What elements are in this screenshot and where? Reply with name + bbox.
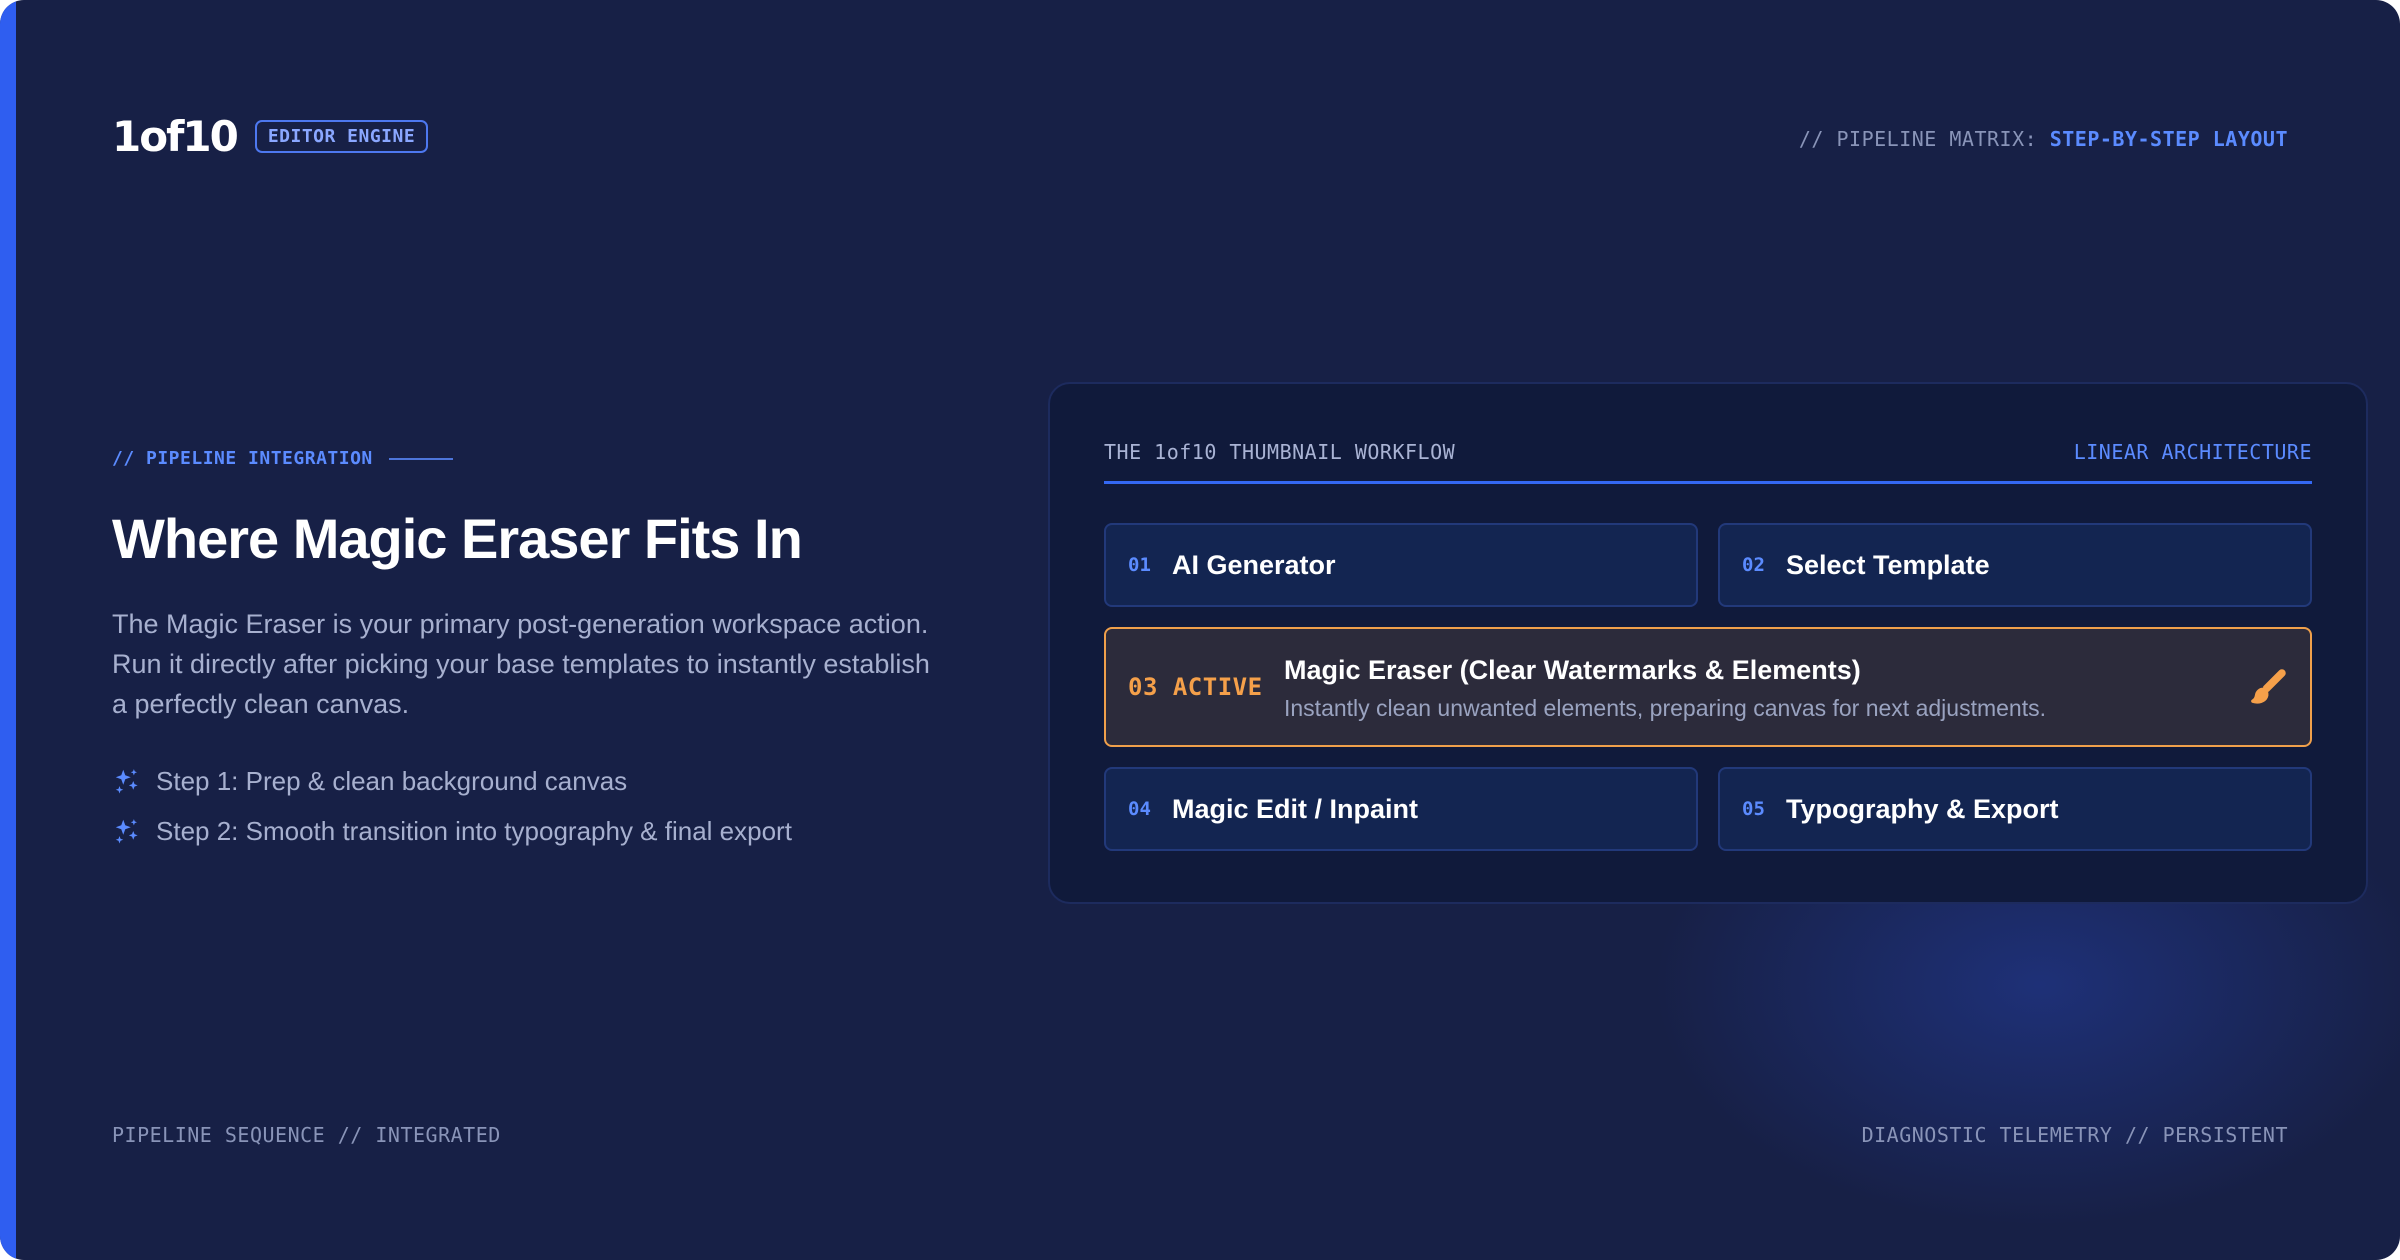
sparkle-icon: [115, 819, 138, 844]
step-description: Instantly clean unwanted elements, prepa…: [1284, 695, 2046, 721]
workflow-step-magic-eraser[interactable]: 03 ACTIVE Magic Eraser (Clear Watermarks…: [1104, 627, 2312, 747]
accent-bar: [0, 0, 16, 1260]
step-number: 05: [1742, 798, 1765, 820]
step-list: Step 1: Prep & clean background canvas S…: [112, 756, 792, 856]
matrix-value: STEP-BY-STEP LAYOUT: [2049, 127, 2288, 151]
pipeline-matrix-label: // PIPELINE MATRIX: STEP-BY-STEP LAYOUT: [1799, 127, 2288, 151]
step-number: 03: [1128, 673, 1158, 701]
step-text: Step 1: Prep & clean background canvas: [156, 765, 628, 796]
section-eyebrow: // PIPELINE INTEGRATION: [112, 448, 453, 469]
brush-icon: [2251, 669, 2286, 704]
step-label: Select Template: [1786, 549, 1990, 580]
step-text: Step 2: Smooth transition into typograph…: [156, 815, 792, 846]
step-label: Typography & Export: [1786, 793, 2059, 824]
step-label: AI Generator: [1172, 549, 1336, 580]
step-number: 04: [1128, 798, 1151, 820]
workflow-step-magic-edit[interactable]: 04 Magic Edit / Inpaint: [1104, 767, 1698, 851]
active-step-tag: 03 ACTIVE: [1128, 673, 1263, 701]
footer-sequence-label: PIPELINE SEQUENCE // INTEGRATED: [112, 1123, 501, 1147]
workflow-step-typography-export[interactable]: 05 Typography & Export: [1718, 767, 2312, 851]
architecture-label: LINEAR ARCHITECTURE: [2073, 440, 2312, 464]
workflow-panel: THE 1of10 THUMBNAIL WORKFLOW LINEAR ARCH…: [1048, 382, 2368, 904]
list-item: Step 2: Smooth transition into typograph…: [112, 806, 792, 856]
step-status: ACTIVE: [1172, 673, 1263, 701]
eyebrow-label: // PIPELINE INTEGRATION: [112, 448, 373, 469]
step-label: Magic Eraser (Clear Watermarks & Element…: [1284, 655, 1861, 685]
step-number: 01: [1128, 554, 1151, 576]
logo: 1of10: [112, 112, 239, 161]
editor-engine-badge: EDITOR ENGINE: [254, 120, 429, 153]
list-item: Step 1: Prep & clean background canvas: [112, 756, 792, 806]
step-number: 02: [1742, 554, 1765, 576]
workflow-header: THE 1of10 THUMBNAIL WORKFLOW LINEAR ARCH…: [1104, 440, 2312, 484]
brand: 1of10 EDITOR ENGINE: [112, 112, 429, 161]
step-label: Magic Edit / Inpaint: [1172, 793, 1419, 824]
workflow-step-ai-generator[interactable]: 01 AI Generator: [1104, 523, 1698, 607]
page-title: Where Magic Eraser Fits In: [112, 507, 803, 570]
slide-frame: 1of10 EDITOR ENGINE // PIPELINE MATRIX: …: [0, 0, 2400, 1260]
intro-description: The Magic Eraser is your primary post-ge…: [112, 609, 930, 719]
workflow-heading: THE 1of10 THUMBNAIL WORKFLOW: [1104, 440, 1456, 464]
footer-telemetry-label: DIAGNOSTIC TELEMETRY // PERSISTENT: [1861, 1123, 2288, 1147]
sparkle-icon: [115, 769, 138, 794]
workflow-step-select-template[interactable]: 02 Select Template: [1718, 523, 2312, 607]
matrix-prefix: // PIPELINE MATRIX:: [1798, 127, 2038, 151]
eyebrow-rule: [388, 457, 453, 460]
